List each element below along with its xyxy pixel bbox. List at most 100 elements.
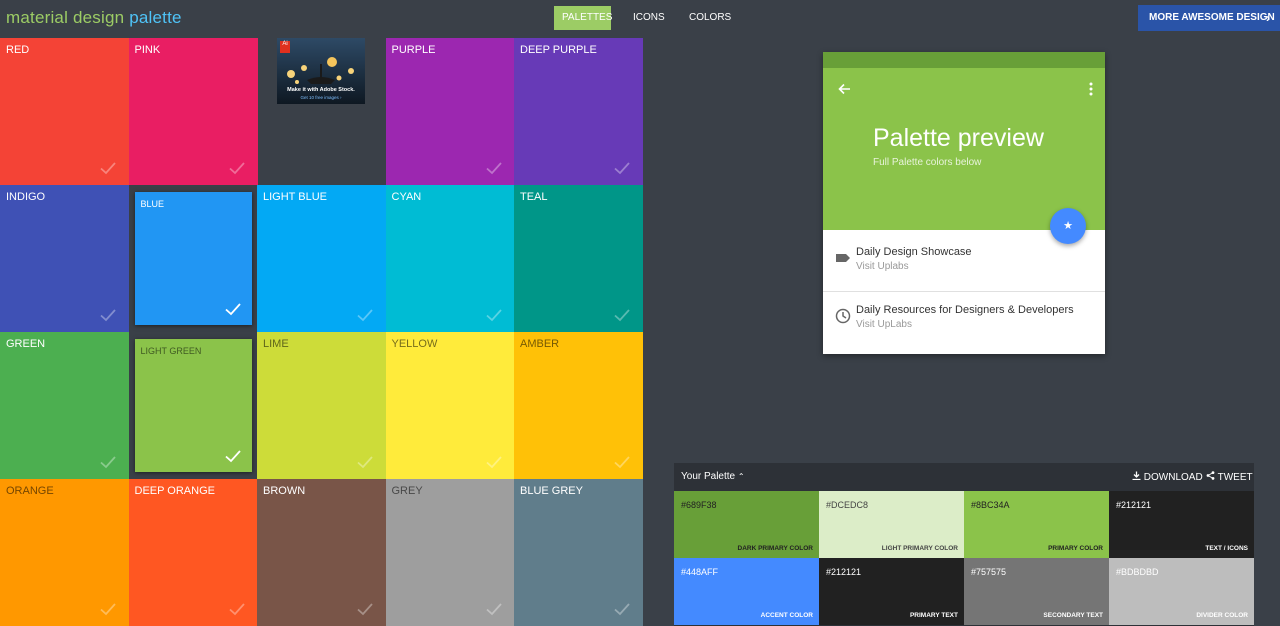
tile-label: BLUE [140, 199, 165, 209]
adobe-badge: Ai [282, 41, 288, 47]
color-tile-deep-orange[interactable]: DEEP ORANGE [128, 479, 258, 626]
tile-label: PINK [134, 44, 161, 56]
tile-label: DEEP ORANGE [134, 485, 216, 497]
your-palette-title: Your Palette [681, 471, 736, 482]
color-tile-purple[interactable]: PURPLE [385, 38, 515, 185]
download-icon [1132, 471, 1144, 483]
check-icon [613, 600, 631, 618]
tile-label: GREEN [6, 338, 46, 350]
check-icon [99, 600, 117, 618]
palette-swatch[interactable]: #212121 TEXT / ICONS [1109, 491, 1254, 558]
more-awesome-design-label: MORE AWESOME DESIGN [1149, 12, 1275, 23]
color-tile-deep-purple[interactable]: DEEP PURPLE [514, 38, 643, 185]
tile-label: LIME [263, 338, 289, 350]
tweet-label: TWEET [1217, 472, 1253, 483]
color-tile-cyan[interactable]: CYAN [385, 185, 515, 332]
swatch-hex: #448AFF [681, 567, 719, 577]
color-tile-lime[interactable]: LIME [257, 332, 386, 479]
nav-palettes[interactable]: PALETTES [554, 6, 612, 30]
swatch-role: TEXT / ICONS [1205, 545, 1248, 552]
chevron-right-icon: › [1266, 11, 1270, 25]
check-icon [224, 447, 242, 465]
palette-swatch[interactable]: #212121 PRIMARY TEXT [819, 558, 964, 625]
check-icon [485, 306, 503, 324]
preview-list-item[interactable]: Daily Design Showcase Visit Uplabs [823, 230, 1105, 288]
tile-label: PURPLE [391, 44, 436, 56]
check-icon [613, 159, 631, 177]
your-palette-panel: Your Palette ⌃ DOWNLOAD TWEET #689F38 DAR… [674, 463, 1254, 626]
tile-label: LIGHT BLUE [263, 191, 327, 203]
list-item-title: Daily Resources for Designers & Develope… [856, 304, 1074, 316]
check-icon [356, 453, 374, 471]
color-tile-indigo[interactable]: INDIGO [0, 185, 129, 332]
preview-app-bar: Palette preview Full Palette colors belo… [823, 68, 1105, 244]
preview-status-bar [823, 52, 1105, 68]
your-palette-header: Your Palette ⌃ DOWNLOAD TWEET [674, 463, 1254, 491]
tile-label: CYAN [391, 191, 422, 203]
color-tile-blue[interactable]: BLUE [128, 185, 258, 332]
check-icon [228, 600, 246, 618]
color-tile-red[interactable]: RED [0, 38, 129, 185]
ad-cta[interactable]: Get 10 free images › [277, 95, 365, 100]
palette-swatch[interactable]: #BDBDBD DIVIDER COLOR [1109, 558, 1254, 625]
check-icon [613, 453, 631, 471]
check-icon [356, 306, 374, 324]
more-vert-icon[interactable] [1089, 82, 1093, 101]
palette-swatch[interactable]: #DCEDC8 LIGHT PRIMARY COLOR [819, 491, 964, 558]
tile-label: ORANGE [6, 485, 54, 497]
preview-title: Palette preview [873, 124, 1044, 152]
list-item-title: Daily Design Showcase [856, 246, 972, 258]
tweet-button[interactable]: TWEET [1206, 471, 1253, 483]
download-label: DOWNLOAD [1143, 472, 1203, 483]
preview-list-item[interactable]: Daily Resources for Designers & Develope… [823, 292, 1105, 350]
swatch-hex: #212121 [1116, 500, 1152, 510]
swatch-role: PRIMARY TEXT [909, 612, 958, 619]
swatch-role: DIVIDER COLOR [1196, 612, 1248, 619]
palette-swatch[interactable]: #8BC34A PRIMARY COLOR [964, 491, 1109, 558]
color-tile-amber[interactable]: AMBER [514, 332, 643, 479]
color-tile-blue-grey[interactable]: BLUE GREY [514, 479, 643, 626]
check-icon [224, 300, 242, 318]
palette-swatch[interactable]: #757575 SECONDARY TEXT [964, 558, 1109, 625]
color-tile-yellow[interactable]: YELLOW [385, 332, 515, 479]
color-tile-green[interactable]: GREEN [0, 332, 129, 479]
tile-label: LIGHT GREEN [140, 346, 202, 356]
adobe-stock-ad[interactable]: Ai Make it with Adobe Stock. Get 10 free… [277, 38, 365, 104]
preview-subtitle: Full Palette colors below [873, 157, 982, 168]
color-tile-teal[interactable]: TEAL [514, 185, 643, 332]
nav-icons[interactable]: ICONS [625, 6, 669, 30]
list-item-subtitle: Visit Uplabs [856, 261, 909, 272]
color-tile-light-blue[interactable]: LIGHT BLUE [257, 185, 386, 332]
swatch-role: ACCENT COLOR [760, 612, 813, 619]
ad-headline: Make it with Adobe Stock. [287, 87, 355, 93]
list-item-subtitle: Visit UpLabs [856, 319, 912, 330]
swatch-role: SECONDARY TEXT [1043, 612, 1103, 619]
download-button[interactable]: DOWNLOAD [1132, 471, 1203, 483]
tile-label: TEAL [520, 191, 548, 203]
swatch-hex: #212121 [826, 567, 862, 577]
check-icon [228, 159, 246, 177]
back-arrow-icon[interactable] [837, 82, 851, 101]
more-awesome-design-button[interactable]: MORE AWESOME DESIGN › [1138, 5, 1280, 31]
check-icon [99, 306, 117, 324]
palette-swatch[interactable]: #448AFF ACCENT COLOR [674, 558, 819, 625]
color-tile-pink[interactable]: PINK [128, 38, 258, 185]
site-logo[interactable]: material design palette [6, 8, 182, 28]
swatch-role: PRIMARY COLOR [1048, 545, 1103, 552]
tile-label: BROWN [263, 485, 306, 497]
nav-colors[interactable]: COLORS [681, 6, 733, 30]
check-icon [99, 453, 117, 471]
color-tile-light-green[interactable]: LIGHT GREEN [128, 332, 258, 479]
tile-label: DEEP PURPLE [520, 44, 597, 56]
logo-text-main: material design [6, 8, 125, 27]
your-palette-toggle[interactable]: Your Palette ⌃ [681, 471, 745, 482]
check-icon [485, 159, 503, 177]
color-tile-brown[interactable]: BROWN [257, 479, 386, 626]
logo-text-accent: palette [129, 8, 182, 27]
color-tile-grey[interactable]: GREY [385, 479, 515, 626]
palette-preview-card: Palette preview Full Palette colors belo… [823, 52, 1105, 354]
color-tile-orange[interactable]: ORANGE [0, 479, 129, 626]
swatch-hex: #689F38 [681, 500, 717, 510]
palette-swatch[interactable]: #689F38 DARK PRIMARY COLOR [674, 491, 819, 558]
share-icon [1206, 471, 1218, 483]
